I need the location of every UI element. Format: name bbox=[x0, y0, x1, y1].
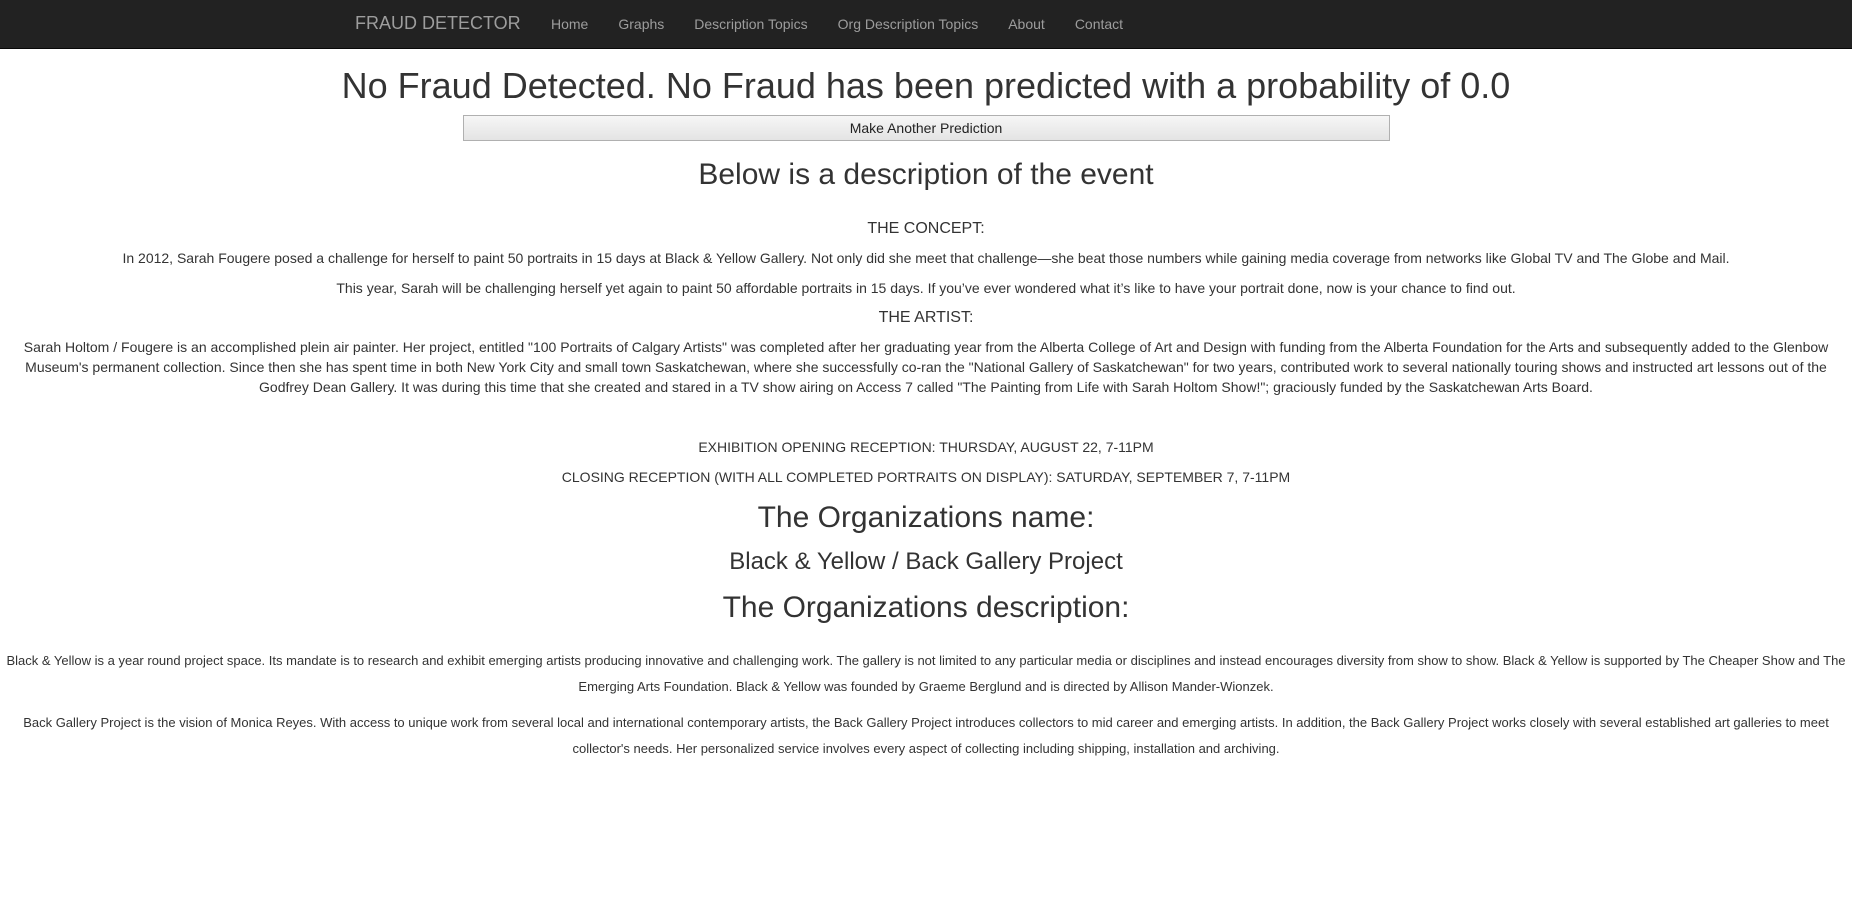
event-description: THE CONCEPT: In 2012, Sarah Fougere pose… bbox=[0, 219, 1852, 397]
org-description-paragraph-1: Black & Yellow is a year round project s… bbox=[6, 652, 1846, 694]
concept-paragraph-2: This year, Sarah will be challenging her… bbox=[336, 279, 1516, 296]
nav-home[interactable]: Home bbox=[536, 16, 603, 32]
org-description-paragraph-2: Back Gallery Project is the vision of Mo… bbox=[23, 714, 1829, 756]
org-description-heading: The Organizations description: bbox=[722, 590, 1130, 624]
org-name: Black & Yellow / Back Gallery Project bbox=[729, 547, 1123, 575]
opening-reception: EXHIBITION OPENING RECEPTION: THURSDAY, … bbox=[698, 438, 1154, 455]
main-content: No Fraud Detected. No Fraud has been pre… bbox=[0, 48, 1852, 772]
concept-heading: THE CONCEPT: bbox=[867, 219, 985, 237]
prediction-result-headline: No Fraud Detected. No Fraud has been pre… bbox=[341, 65, 1511, 106]
nav-org-description-topics[interactable]: Org Description Topics bbox=[823, 16, 994, 32]
org-description: Black & Yellow is a year round project s… bbox=[0, 648, 1852, 762]
artist-paragraph: Sarah Holtom / Fougere is an accomplishe… bbox=[23, 338, 1829, 395]
org-name-heading: The Organizations name: bbox=[757, 500, 1095, 534]
nav-links: Home Graphs Description Topics Org Descr… bbox=[536, 0, 1138, 48]
top-navbar: FRAUD DETECTOR Home Graphs Description T… bbox=[0, 0, 1852, 49]
artist-heading: THE ARTIST: bbox=[878, 308, 974, 326]
event-description-heading: Below is a description of the event bbox=[698, 157, 1154, 191]
event-dates: EXHIBITION OPENING RECEPTION: THURSDAY, … bbox=[0, 437, 1852, 487]
nav-about[interactable]: About bbox=[993, 16, 1060, 32]
closing-reception: CLOSING RECEPTION (WITH ALL COMPLETED PO… bbox=[561, 468, 1291, 485]
nav-description-topics[interactable]: Description Topics bbox=[679, 16, 822, 32]
make-another-prediction-button[interactable]: Make Another Prediction bbox=[462, 114, 1390, 141]
brand-link[interactable]: FRAUD DETECTOR bbox=[355, 13, 521, 34]
nav-graphs[interactable]: Graphs bbox=[603, 16, 679, 32]
concept-paragraph-1: In 2012, Sarah Fougere posed a challenge… bbox=[122, 249, 1730, 266]
nav-contact[interactable]: Contact bbox=[1060, 16, 1138, 32]
